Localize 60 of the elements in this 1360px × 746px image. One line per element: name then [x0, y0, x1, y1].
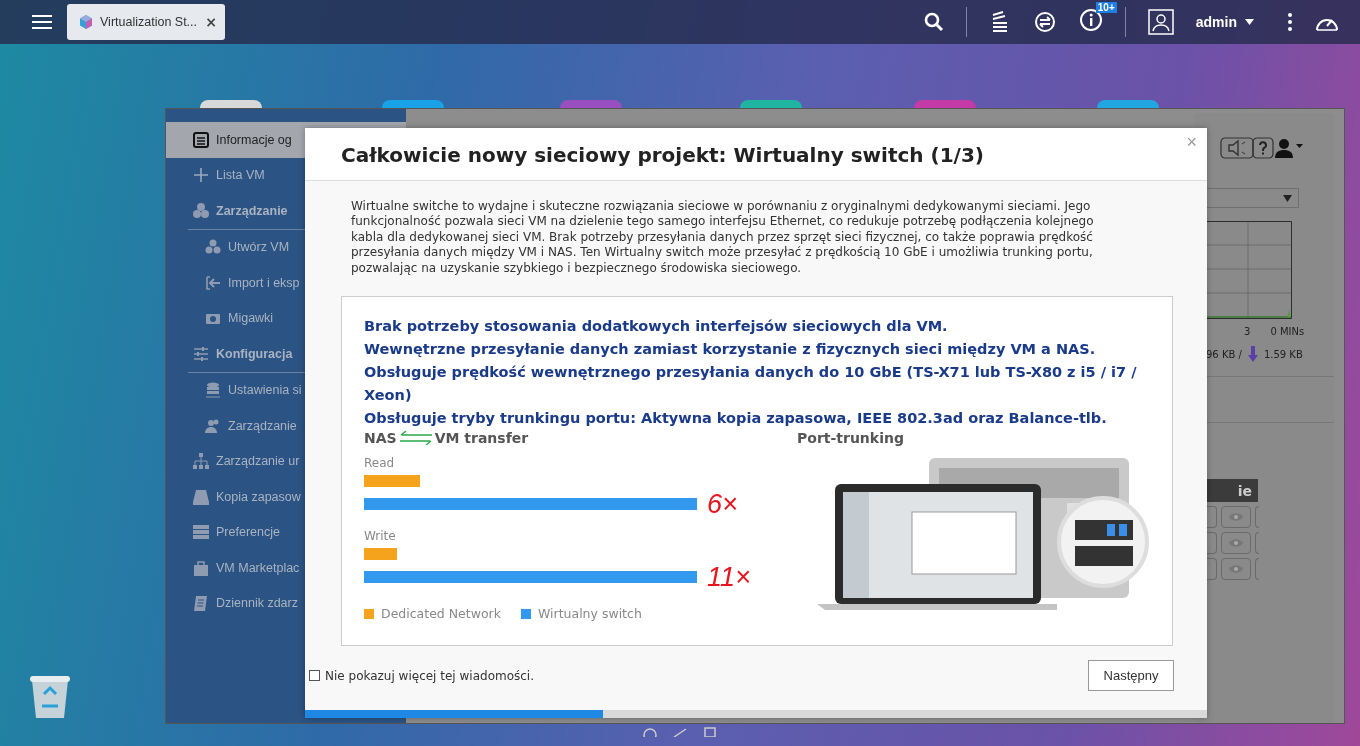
app-icon[interactable]	[200, 100, 262, 108]
checkbox-label: Nie pokazuj więcej tej wiadomości.	[325, 668, 534, 683]
app-icon[interactable]	[382, 100, 444, 108]
feature-text: Brak potrzeby stosowania dodatkowych interfejsów sieciowych dla VM.	[364, 317, 949, 337]
notification-badge: 10+	[1095, 2, 1117, 13]
checkbox[interactable]	[309, 670, 320, 682]
import-icon	[204, 273, 222, 292]
tab-close-button[interactable]: ×	[205, 14, 217, 30]
axis-label: 0 MINs	[1270, 326, 1305, 337]
eye-icon	[1228, 512, 1244, 522]
cube-icon	[78, 14, 94, 30]
multiplier-label: 6×	[707, 493, 738, 516]
caret-icon	[1283, 194, 1292, 202]
axis-label: 3	[1244, 326, 1251, 337]
swap-arrows-icon	[398, 431, 433, 446]
database-icon	[204, 381, 222, 400]
user-name[interactable]: admin	[1195, 14, 1237, 30]
caret-icon[interactable]	[1245, 19, 1254, 25]
chart-title: VM transfer	[434, 430, 529, 447]
sidebar-item[interactable]: Kopia zapasow	[166, 479, 406, 515]
list-icon	[192, 130, 210, 149]
log-icon	[192, 594, 210, 613]
stack-icon	[192, 523, 210, 542]
legend-label: Dedicated Network	[381, 606, 501, 622]
network-icon	[192, 452, 210, 471]
plus-icon	[192, 166, 210, 185]
legend-label: Wirtualny switch	[537, 606, 642, 622]
bar-label: Read	[364, 456, 396, 471]
bar	[364, 475, 420, 488]
chart-title: NAS	[364, 430, 397, 447]
table-header: ie	[1206, 479, 1258, 502]
tab-title: Virtualization St...	[100, 15, 198, 29]
user-icon[interactable]	[1147, 9, 1174, 35]
download-rate: 1.59 KB	[1263, 348, 1303, 360]
user-menu-icon[interactable]	[1274, 138, 1304, 158]
cubes-icon	[192, 201, 210, 220]
sync-icon[interactable]	[1032, 10, 1057, 34]
upload-rate: 96 KB /	[1206, 348, 1242, 360]
eye-icon	[1228, 538, 1244, 548]
bag-icon	[192, 558, 210, 577]
bar-label: Write	[364, 529, 397, 544]
down-arrow-icon	[1247, 346, 1258, 362]
multiplier-label: 11×	[707, 566, 751, 589]
app-tab[interactable]: Virtualization St... ×	[67, 4, 225, 40]
more-icon[interactable]	[1288, 13, 1292, 31]
eye-icon	[1228, 564, 1244, 574]
app-icon[interactable]	[1097, 100, 1159, 108]
next-button[interactable]: Następny	[1088, 660, 1174, 692]
help-icon[interactable]	[1252, 137, 1274, 159]
sliders-icon	[192, 344, 210, 363]
speaker-icon[interactable]	[1220, 137, 1254, 159]
sidebar-item[interactable]: VM Marketplac	[166, 550, 406, 586]
menu-icon[interactable]	[32, 14, 52, 30]
section-title: Port-trunking	[797, 430, 905, 447]
feature-text: Obsługuje tryby trunkingu portu: Aktywna kopia zapasowa, IEEE 802.3ad oraz Balance-tlb.	[364, 409, 1108, 429]
search-icon[interactable]	[923, 12, 944, 32]
app-icon[interactable]	[740, 100, 802, 108]
drive-icon	[192, 487, 210, 506]
close-button[interactable]: ×	[1186, 132, 1197, 153]
bar	[364, 548, 397, 561]
